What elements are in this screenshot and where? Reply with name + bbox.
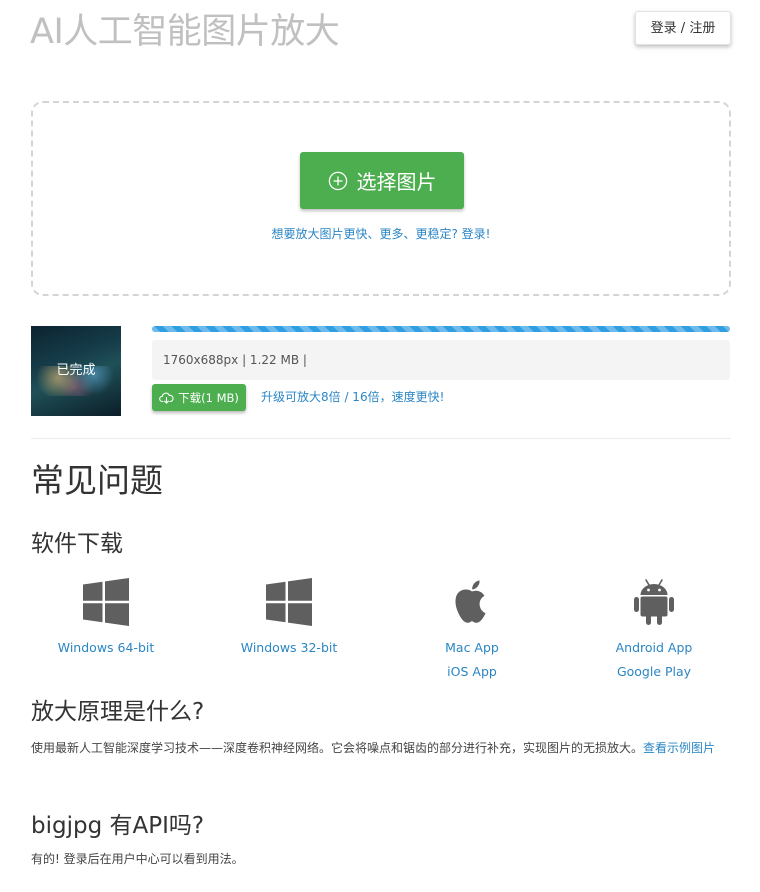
progress-bar: [152, 326, 730, 332]
api-answer: 有的! 登录后在用户中心可以看到用法。: [31, 852, 244, 866]
upgrade-link[interactable]: 升级可放大8倍 / 16倍，速度更快!: [261, 388, 444, 405]
login-hint-link[interactable]: 想要放大图片更快、更多、更稳定? 登录!: [33, 225, 729, 242]
upload-dropzone[interactable]: 选择图片 想要放大图片更快、更多、更稳定? 登录!: [31, 101, 731, 296]
progress-fill: [152, 326, 730, 332]
image-info-text: 1760x688px | 1.22 MB |: [163, 353, 307, 367]
android-app-link[interactable]: Android App: [579, 636, 729, 660]
image-info-box: 1760x688px | 1.22 MB |: [152, 340, 730, 380]
section-divider: [31, 438, 731, 439]
download-android: Android App Google Play: [579, 578, 729, 684]
plus-circle-icon: [328, 171, 347, 190]
software-download-heading: 软件下载: [31, 531, 123, 557]
download-button[interactable]: 下载(1 MB): [152, 384, 246, 411]
download-windows-32: Windows 32-bit: [214, 578, 364, 660]
principle-heading: 放大原理是什么?: [31, 699, 205, 725]
apple-icon: [455, 580, 486, 623]
status-label: 已完成: [56, 363, 96, 378]
site-title: AI人工智能图片放大: [30, 12, 340, 52]
select-image-label: 选择图片: [356, 170, 437, 194]
faq-title: 常见问题: [31, 461, 163, 500]
cloud-download-icon: [159, 392, 174, 404]
mac-app-link[interactable]: Mac App: [397, 636, 547, 660]
windows-icon: [266, 578, 312, 626]
principle-text: 使用最新人工智能深度学习技术——深度卷积神经网络。它会将噪点和锯齿的部分进行补充…: [31, 741, 644, 755]
select-image-button[interactable]: 选择图片: [300, 152, 464, 209]
download-label: 下载(1 MB): [178, 390, 239, 405]
windows-32-link[interactable]: Windows 32-bit: [214, 636, 364, 660]
image-thumbnail: 已完成: [31, 326, 121, 416]
android-icon: [634, 579, 674, 625]
principle-paragraph: 使用最新人工智能深度学习技术——深度卷积神经网络。它会将噪点和锯齿的部分进行补充…: [31, 736, 731, 760]
login-register-button[interactable]: 登录 / 注册: [635, 11, 731, 45]
ios-app-link[interactable]: iOS App: [397, 660, 547, 684]
download-apple: Mac App iOS App: [397, 578, 547, 684]
api-heading: bigjpg 有API吗?: [31, 813, 205, 839]
view-example-link[interactable]: 查看示例图片: [643, 741, 715, 755]
windows-icon: [83, 578, 129, 626]
download-windows-64: Windows 64-bit: [31, 578, 181, 660]
windows-64-link[interactable]: Windows 64-bit: [31, 636, 181, 660]
google-play-link[interactable]: Google Play: [579, 660, 729, 684]
